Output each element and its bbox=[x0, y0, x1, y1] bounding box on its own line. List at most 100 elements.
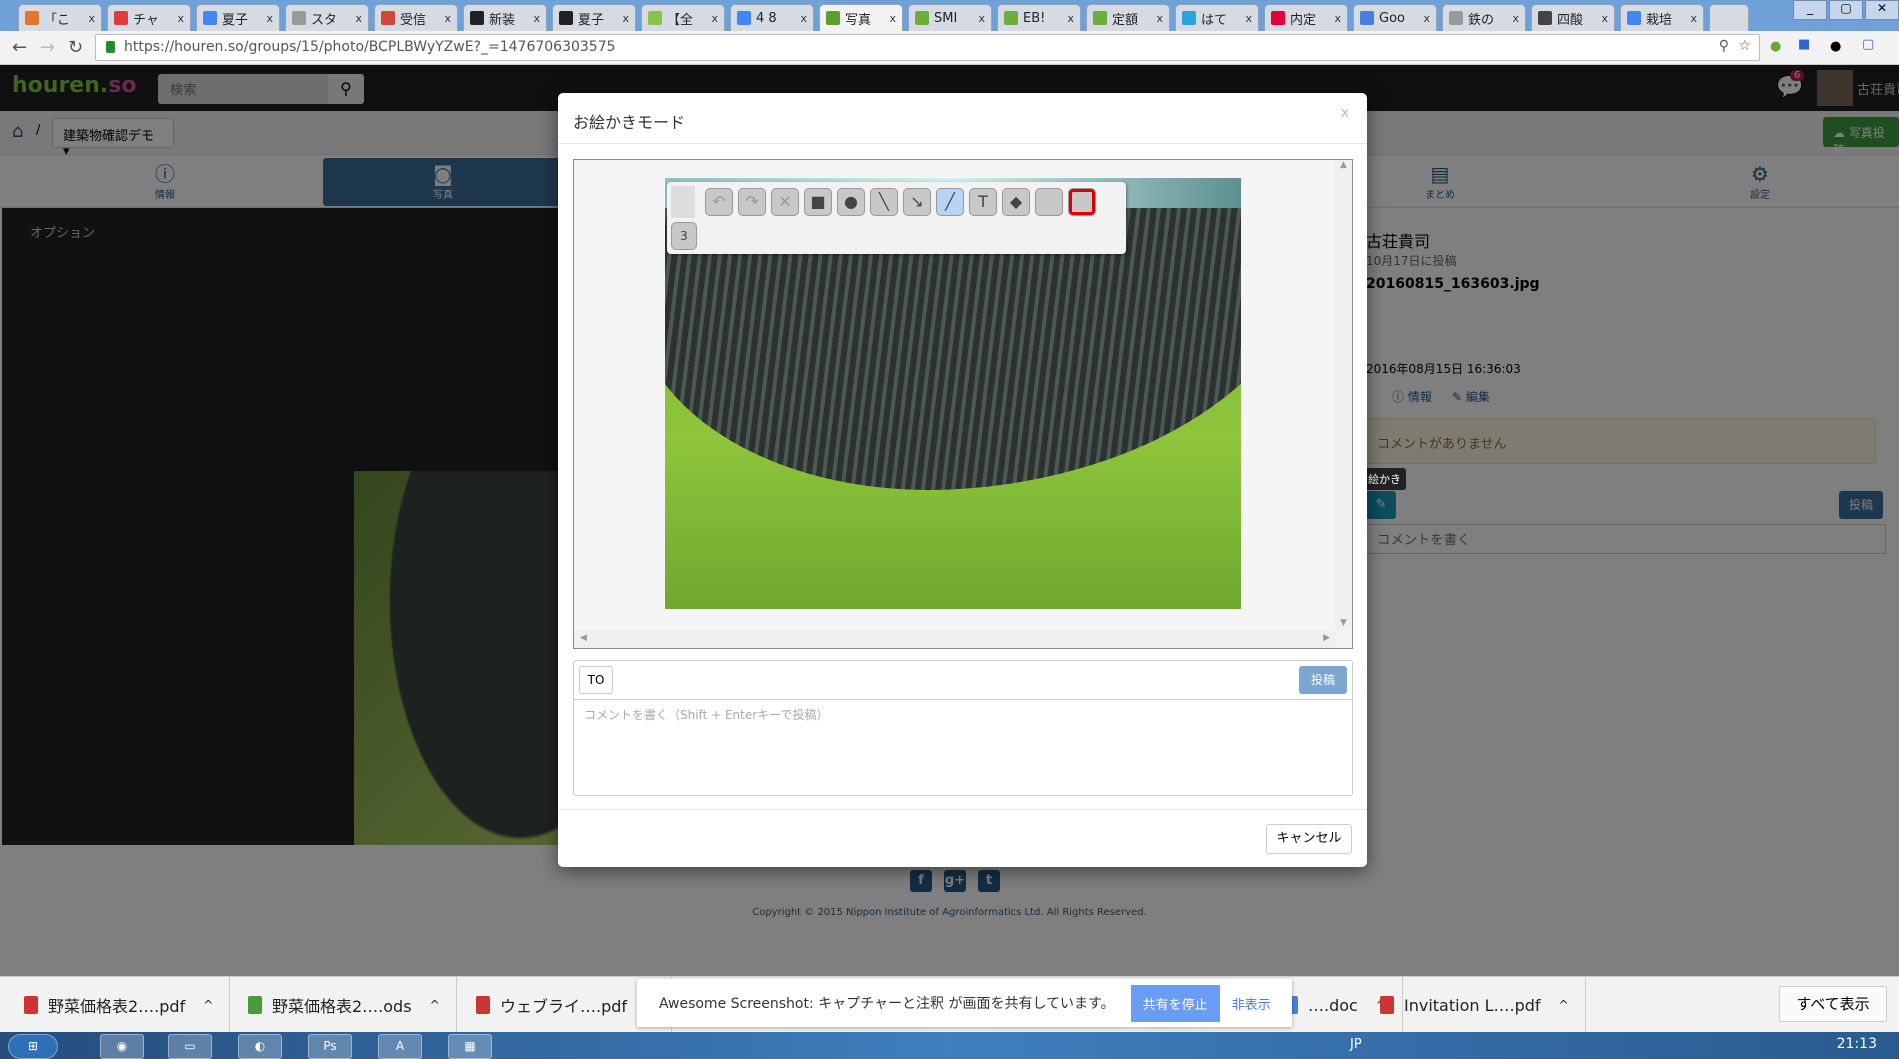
line-tool-icon[interactable]: ╲ bbox=[870, 188, 898, 216]
close-icon[interactable]: x bbox=[1341, 105, 1349, 121]
text-tool-icon[interactable]: T bbox=[969, 188, 997, 216]
explorer-taskbar-icon[interactable]: ▭ bbox=[168, 1034, 212, 1059]
extension-icon[interactable]: ● bbox=[1770, 39, 1781, 54]
browser-tab[interactable]: 新装 x bbox=[463, 4, 547, 31]
stop-sharing-button[interactable]: 共有を停止 bbox=[1130, 984, 1220, 1022]
back-icon[interactable]: ← bbox=[12, 37, 27, 58]
tab-close-icon[interactable]: x bbox=[1512, 12, 1519, 25]
tab-title: 四酸 bbox=[1557, 12, 1584, 28]
chevron-up-icon[interactable]: ^ bbox=[203, 998, 213, 1012]
browser-tab[interactable]: 栽培 x bbox=[1620, 4, 1704, 31]
eraser-tool-icon[interactable]: ◆ bbox=[1002, 188, 1030, 216]
extension-new-icon[interactable]: ■ bbox=[1798, 37, 1810, 52]
browser-tab[interactable]: スタ x bbox=[285, 4, 369, 31]
redo-tool-icon[interactable]: ↷ bbox=[738, 188, 766, 216]
browser-tab[interactable]: チャ x bbox=[107, 4, 191, 31]
tab-close-icon[interactable]: x bbox=[622, 12, 629, 25]
download-item[interactable]: 野菜価格表2….pdf ^ bbox=[8, 977, 231, 1033]
browser-tab[interactable]: 内定 x bbox=[1264, 4, 1348, 31]
browser-tab[interactable]: 四酸 x bbox=[1531, 4, 1615, 31]
tab-close-icon[interactable]: x bbox=[355, 12, 362, 25]
browser-tab[interactable]: 受信 x bbox=[374, 4, 458, 31]
stroke-width-select[interactable]: 3 bbox=[671, 222, 697, 250]
favicon-icon bbox=[25, 11, 39, 25]
clear-tool-icon[interactable]: ✕ bbox=[771, 188, 799, 216]
chevron-up-icon[interactable]: ^ bbox=[1559, 998, 1569, 1012]
minimize-button[interactable]: _ bbox=[1793, 0, 1827, 20]
extension-icon[interactable]: ● bbox=[1830, 39, 1841, 54]
download-item[interactable]: Invitation L….pdf ^ bbox=[1364, 977, 1586, 1033]
cast-icon[interactable]: ▢ bbox=[1862, 37, 1874, 52]
favicon-icon bbox=[114, 11, 128, 25]
browser-tab[interactable]: 夏子 x bbox=[196, 4, 280, 31]
tab-close-icon[interactable]: x bbox=[1067, 12, 1074, 25]
toolbar-handle[interactable] bbox=[671, 186, 695, 218]
browser-tab[interactable]: 4 8 x bbox=[730, 4, 814, 31]
browser-tab[interactable]: 「こ x bbox=[18, 4, 102, 31]
browser-tab[interactable]: 鉄の x bbox=[1442, 4, 1526, 31]
tab-close-icon[interactable]: x bbox=[1334, 12, 1341, 25]
tab-title: 「こ bbox=[44, 12, 71, 28]
arrow-tool-icon[interactable]: ↘ bbox=[903, 188, 931, 216]
ime-indicator[interactable]: JP bbox=[1350, 1037, 1362, 1052]
close-window-button[interactable]: ✕ bbox=[1865, 0, 1899, 20]
favicon-icon bbox=[1627, 11, 1641, 25]
acrobat-taskbar-icon[interactable]: A bbox=[378, 1034, 422, 1059]
browser-tab[interactable]: 【全 x bbox=[641, 4, 725, 31]
tab-close-icon[interactable]: x bbox=[533, 12, 540, 25]
ellipse-tool-icon[interactable]: ● bbox=[837, 188, 865, 216]
browser-tab[interactable]: はて x bbox=[1175, 4, 1259, 31]
tab-close-icon[interactable]: x bbox=[1245, 12, 1252, 25]
post-button[interactable]: 投稿 bbox=[1299, 666, 1347, 694]
hide-button[interactable]: 非表示 bbox=[1232, 994, 1271, 1013]
to-button[interactable]: TO bbox=[579, 666, 613, 694]
browser-tab[interactable]: 写真 x bbox=[819, 4, 903, 31]
download-item[interactable]: 野菜価格表2….ods ^ bbox=[232, 977, 457, 1033]
maximize-button[interactable]: ▢ bbox=[1829, 0, 1863, 20]
tab-close-icon[interactable]: x bbox=[889, 12, 896, 25]
zoom-icon[interactable]: ⚲ bbox=[1719, 38, 1729, 54]
reload-icon[interactable]: ↻ bbox=[68, 37, 83, 58]
tab-close-icon[interactable]: x bbox=[1690, 12, 1697, 25]
tab-close-icon[interactable]: x bbox=[88, 12, 95, 25]
cancel-button[interactable]: キャンセル bbox=[1266, 824, 1352, 854]
fill-color-tool-icon[interactable] bbox=[1035, 188, 1063, 216]
browser-tab[interactable]: SMI x bbox=[908, 4, 992, 31]
tab-close-icon[interactable]: x bbox=[177, 12, 184, 25]
tab-close-icon[interactable]: x bbox=[1601, 12, 1608, 25]
forward-icon[interactable]: → bbox=[40, 37, 55, 58]
tab-close-icon[interactable]: x bbox=[1156, 12, 1163, 25]
undo-tool-icon[interactable]: ↶ bbox=[705, 188, 733, 216]
stroke-color-tool-icon[interactable] bbox=[1068, 188, 1096, 216]
tab-close-icon[interactable]: x bbox=[266, 12, 273, 25]
favicon-icon bbox=[826, 11, 840, 25]
rectangle-tool-icon[interactable]: ■ bbox=[804, 188, 832, 216]
tab-title: 新装 bbox=[489, 12, 516, 28]
new-tab-button[interactable] bbox=[1709, 4, 1749, 31]
chevron-up-icon[interactable]: ^ bbox=[430, 998, 440, 1012]
tab-close-icon[interactable]: x bbox=[444, 12, 451, 25]
horizontal-scrollbar[interactable]: ◀ ▶ bbox=[574, 630, 1336, 648]
show-all-downloads-button[interactable]: すべて表示 bbox=[1779, 986, 1887, 1022]
url-input[interactable]: https://houren.so/groups/15/photo/BCPLBW… bbox=[95, 34, 1760, 61]
download-name: ….doc bbox=[1308, 995, 1358, 1015]
browser-tab[interactable]: EB! x bbox=[997, 4, 1081, 31]
browser-tab[interactable]: Goo x bbox=[1353, 4, 1437, 31]
bookmark-star-icon[interactable]: ☆ bbox=[1738, 38, 1751, 54]
tab-close-icon[interactable]: x bbox=[711, 12, 718, 25]
tab-close-icon[interactable]: x bbox=[1423, 12, 1430, 25]
drawing-canvas-area[interactable]: ↶ ↷ ✕ ■ ● ╲ ↘ ╱ T ◆ 3 ▲ ▼ ◀ ▶ bbox=[573, 159, 1353, 649]
start-button[interactable]: ⊞ bbox=[8, 1034, 58, 1059]
chrome-taskbar-icon[interactable]: ◉ bbox=[100, 1034, 144, 1059]
clock[interactable]: 21:13 bbox=[1837, 1036, 1877, 1052]
vertical-scrollbar[interactable]: ▲ ▼ bbox=[1335, 160, 1352, 630]
photoshop-taskbar-icon[interactable]: Ps bbox=[308, 1034, 352, 1059]
calc-taskbar-icon[interactable]: ▦ bbox=[448, 1034, 492, 1059]
comment-textarea[interactable] bbox=[574, 700, 1352, 795]
tab-close-icon[interactable]: x bbox=[978, 12, 985, 25]
pencil-tool-icon[interactable]: ╱ bbox=[936, 188, 964, 216]
tab-close-icon[interactable]: x bbox=[800, 12, 807, 25]
browser-tab[interactable]: 定額 x bbox=[1086, 4, 1170, 31]
firefox-taskbar-icon[interactable]: ◐ bbox=[238, 1034, 282, 1059]
browser-tab[interactable]: 夏子 x bbox=[552, 4, 636, 31]
